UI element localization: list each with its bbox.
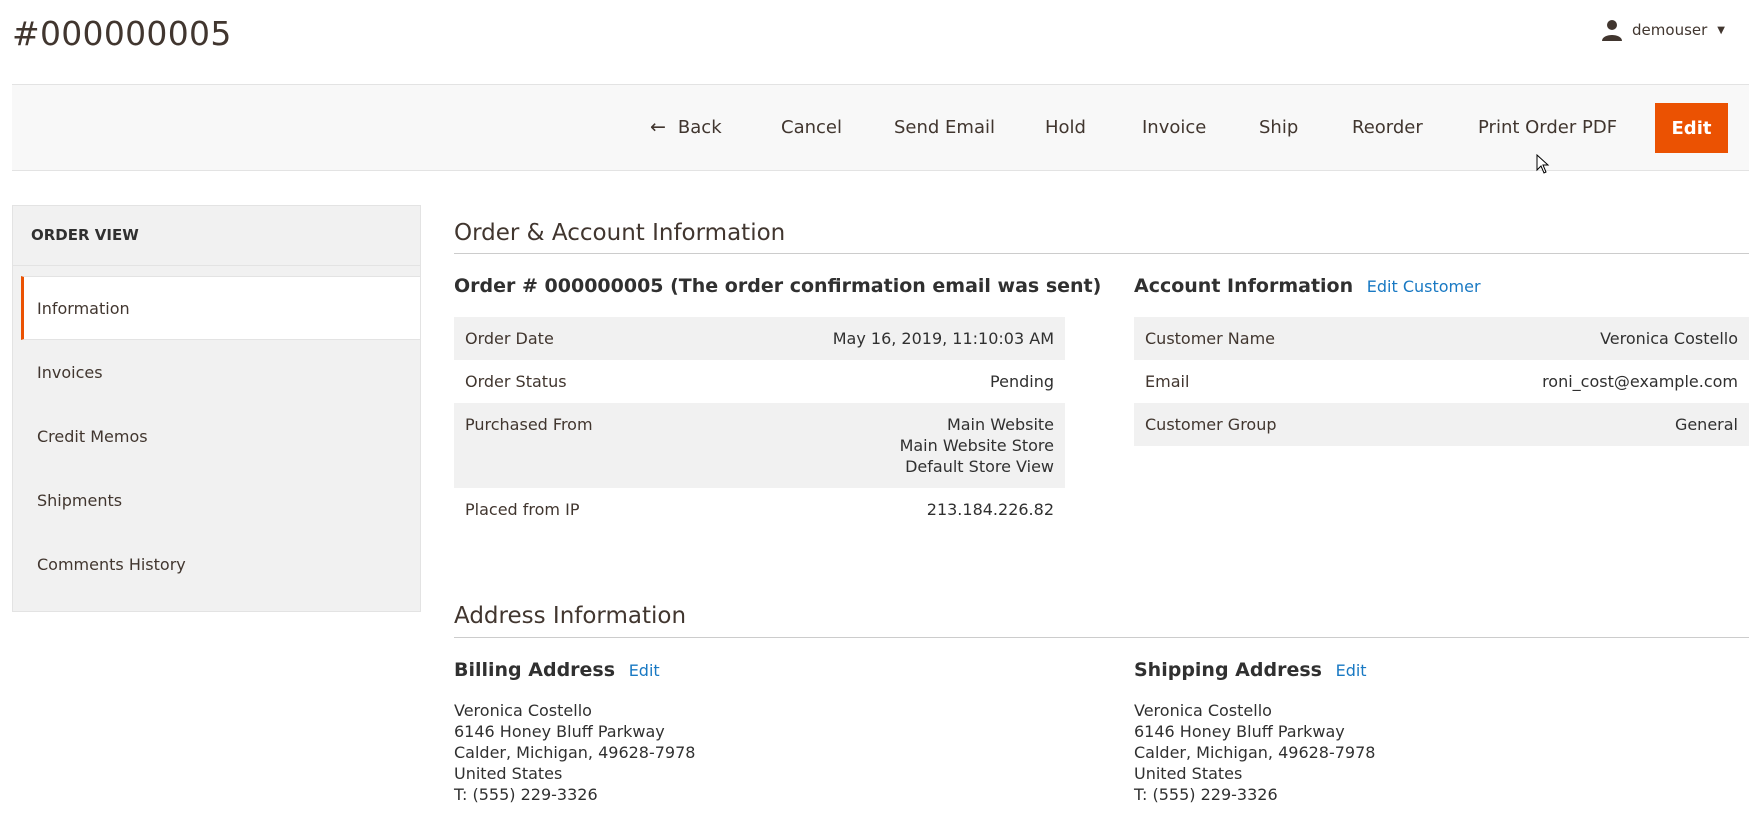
account-info-table: Customer Name Veronica Costello Email ro… xyxy=(1134,317,1749,446)
customer-name-link[interactable]: Veronica Costello xyxy=(1600,328,1738,349)
reorder-button[interactable]: Reorder xyxy=(1352,103,1423,151)
billing-city: Calder, Michigan, 49628-7978 xyxy=(454,743,696,762)
table-row: Customer Group General xyxy=(1134,403,1749,446)
shipping-address-title: Shipping Address Edit xyxy=(1134,659,1367,681)
page-actions-toolbar: ← Back Cancel Send Email Hold Invoice Sh… xyxy=(12,84,1749,171)
print-order-pdf-button[interactable]: Print Order PDF xyxy=(1478,103,1617,151)
billing-country: United States xyxy=(454,764,563,783)
edit-customer-link[interactable]: Edit Customer xyxy=(1367,277,1481,296)
customer-group-label: Customer Group xyxy=(1145,415,1277,434)
customer-email-link[interactable]: roni_cost@example.com xyxy=(1542,371,1738,392)
page-title: #000000005 xyxy=(12,14,232,53)
edit-billing-address-link[interactable]: Edit xyxy=(629,661,660,680)
sidebar-item-invoices[interactable]: Invoices xyxy=(13,340,420,404)
order-view-sidebar: ORDER VIEW Information Invoices Credit M… xyxy=(12,205,421,612)
shipping-country: United States xyxy=(1134,764,1243,783)
user-icon xyxy=(1602,20,1623,41)
back-button[interactable]: ← Back xyxy=(650,103,722,151)
order-date-label: Order Date xyxy=(465,329,554,348)
table-row: Order Date May 16, 2019, 11:10:03 AM xyxy=(454,317,1065,360)
sidebar-item-credit-memos[interactable]: Credit Memos xyxy=(13,404,420,468)
billing-name: Veronica Costello xyxy=(454,701,592,720)
edit-order-button[interactable]: Edit xyxy=(1655,103,1728,153)
order-title: Order # 000000005 (The order confirmatio… xyxy=(454,275,1102,297)
table-row: Email roni_cost@example.com xyxy=(1134,360,1749,403)
account-info-title-text: Account Information xyxy=(1134,275,1354,297)
send-email-button[interactable]: Send Email xyxy=(894,103,995,151)
order-status-value: Pending xyxy=(990,372,1054,391)
section-divider xyxy=(454,637,1749,638)
back-label: Back xyxy=(677,116,722,138)
sidebar-item-comments-history[interactable]: Comments History xyxy=(13,532,420,596)
customer-name-label: Customer Name xyxy=(1145,329,1276,348)
billing-address: Veronica Costello 6146 Honey Bluff Parkw… xyxy=(454,700,695,805)
placed-from-ip-label: Placed from IP xyxy=(465,500,580,519)
shipping-address: Veronica Costello 6146 Honey Bluff Parkw… xyxy=(1134,700,1375,805)
address-section-title: Address Information xyxy=(454,603,687,629)
caret-down-icon: ▼ xyxy=(1717,24,1725,36)
purchased-from-value: Main Website Main Website Store Default … xyxy=(900,414,1054,477)
order-info-table: Order Date May 16, 2019, 11:10:03 AM Ord… xyxy=(454,317,1065,531)
table-row: Purchased From Main Website Main Website… xyxy=(454,403,1065,488)
mouse-cursor-icon xyxy=(1536,154,1550,174)
shipping-address-title-text: Shipping Address xyxy=(1134,659,1322,681)
billing-address-title-text: Billing Address xyxy=(454,659,616,681)
billing-street: 6146 Honey Bluff Parkway xyxy=(454,722,665,741)
billing-phone: T: (555) 229-3326 xyxy=(454,785,598,804)
website-name: Main Website xyxy=(946,415,1054,434)
sidebar-item-information[interactable]: Information xyxy=(21,276,420,340)
hold-button[interactable]: Hold xyxy=(1045,103,1086,151)
store-name: Main Website Store xyxy=(899,436,1054,455)
order-status-label: Order Status xyxy=(465,372,567,391)
email-label: Email xyxy=(1145,372,1190,391)
placed-from-ip-value: 213.184.226.82 xyxy=(926,500,1054,519)
order-date-value: May 16, 2019, 11:10:03 AM xyxy=(832,329,1054,348)
sidebar-title: ORDER VIEW xyxy=(13,206,420,266)
billing-address-title: Billing Address Edit xyxy=(454,659,660,681)
sidebar-item-shipments[interactable]: Shipments xyxy=(13,468,420,532)
user-menu[interactable]: demouser ▼ xyxy=(1600,18,1725,42)
table-row: Placed from IP 213.184.226.82 xyxy=(454,488,1065,531)
user-name: demouser xyxy=(1632,21,1708,39)
shipping-phone: T: (555) 229-3326 xyxy=(1134,785,1278,804)
ship-button[interactable]: Ship xyxy=(1259,103,1298,151)
section-divider xyxy=(454,253,1749,254)
shipping-name: Veronica Costello xyxy=(1134,701,1272,720)
store-view-name: Default Store View xyxy=(905,457,1054,476)
edit-shipping-address-link[interactable]: Edit xyxy=(1336,661,1367,680)
customer-group-value: General xyxy=(1674,415,1738,434)
invoice-button[interactable]: Invoice xyxy=(1142,103,1206,151)
account-info-title: Account Information Edit Customer xyxy=(1134,275,1481,297)
table-row: Order Status Pending xyxy=(454,360,1065,403)
cancel-button[interactable]: Cancel xyxy=(781,103,842,151)
order-account-section-title: Order & Account Information xyxy=(454,220,786,246)
arrow-left-icon: ← xyxy=(650,116,666,138)
shipping-city: Calder, Michigan, 49628-7978 xyxy=(1134,743,1376,762)
shipping-street: 6146 Honey Bluff Parkway xyxy=(1134,722,1345,741)
purchased-from-label: Purchased From xyxy=(465,415,593,434)
table-row: Customer Name Veronica Costello xyxy=(1134,317,1749,360)
